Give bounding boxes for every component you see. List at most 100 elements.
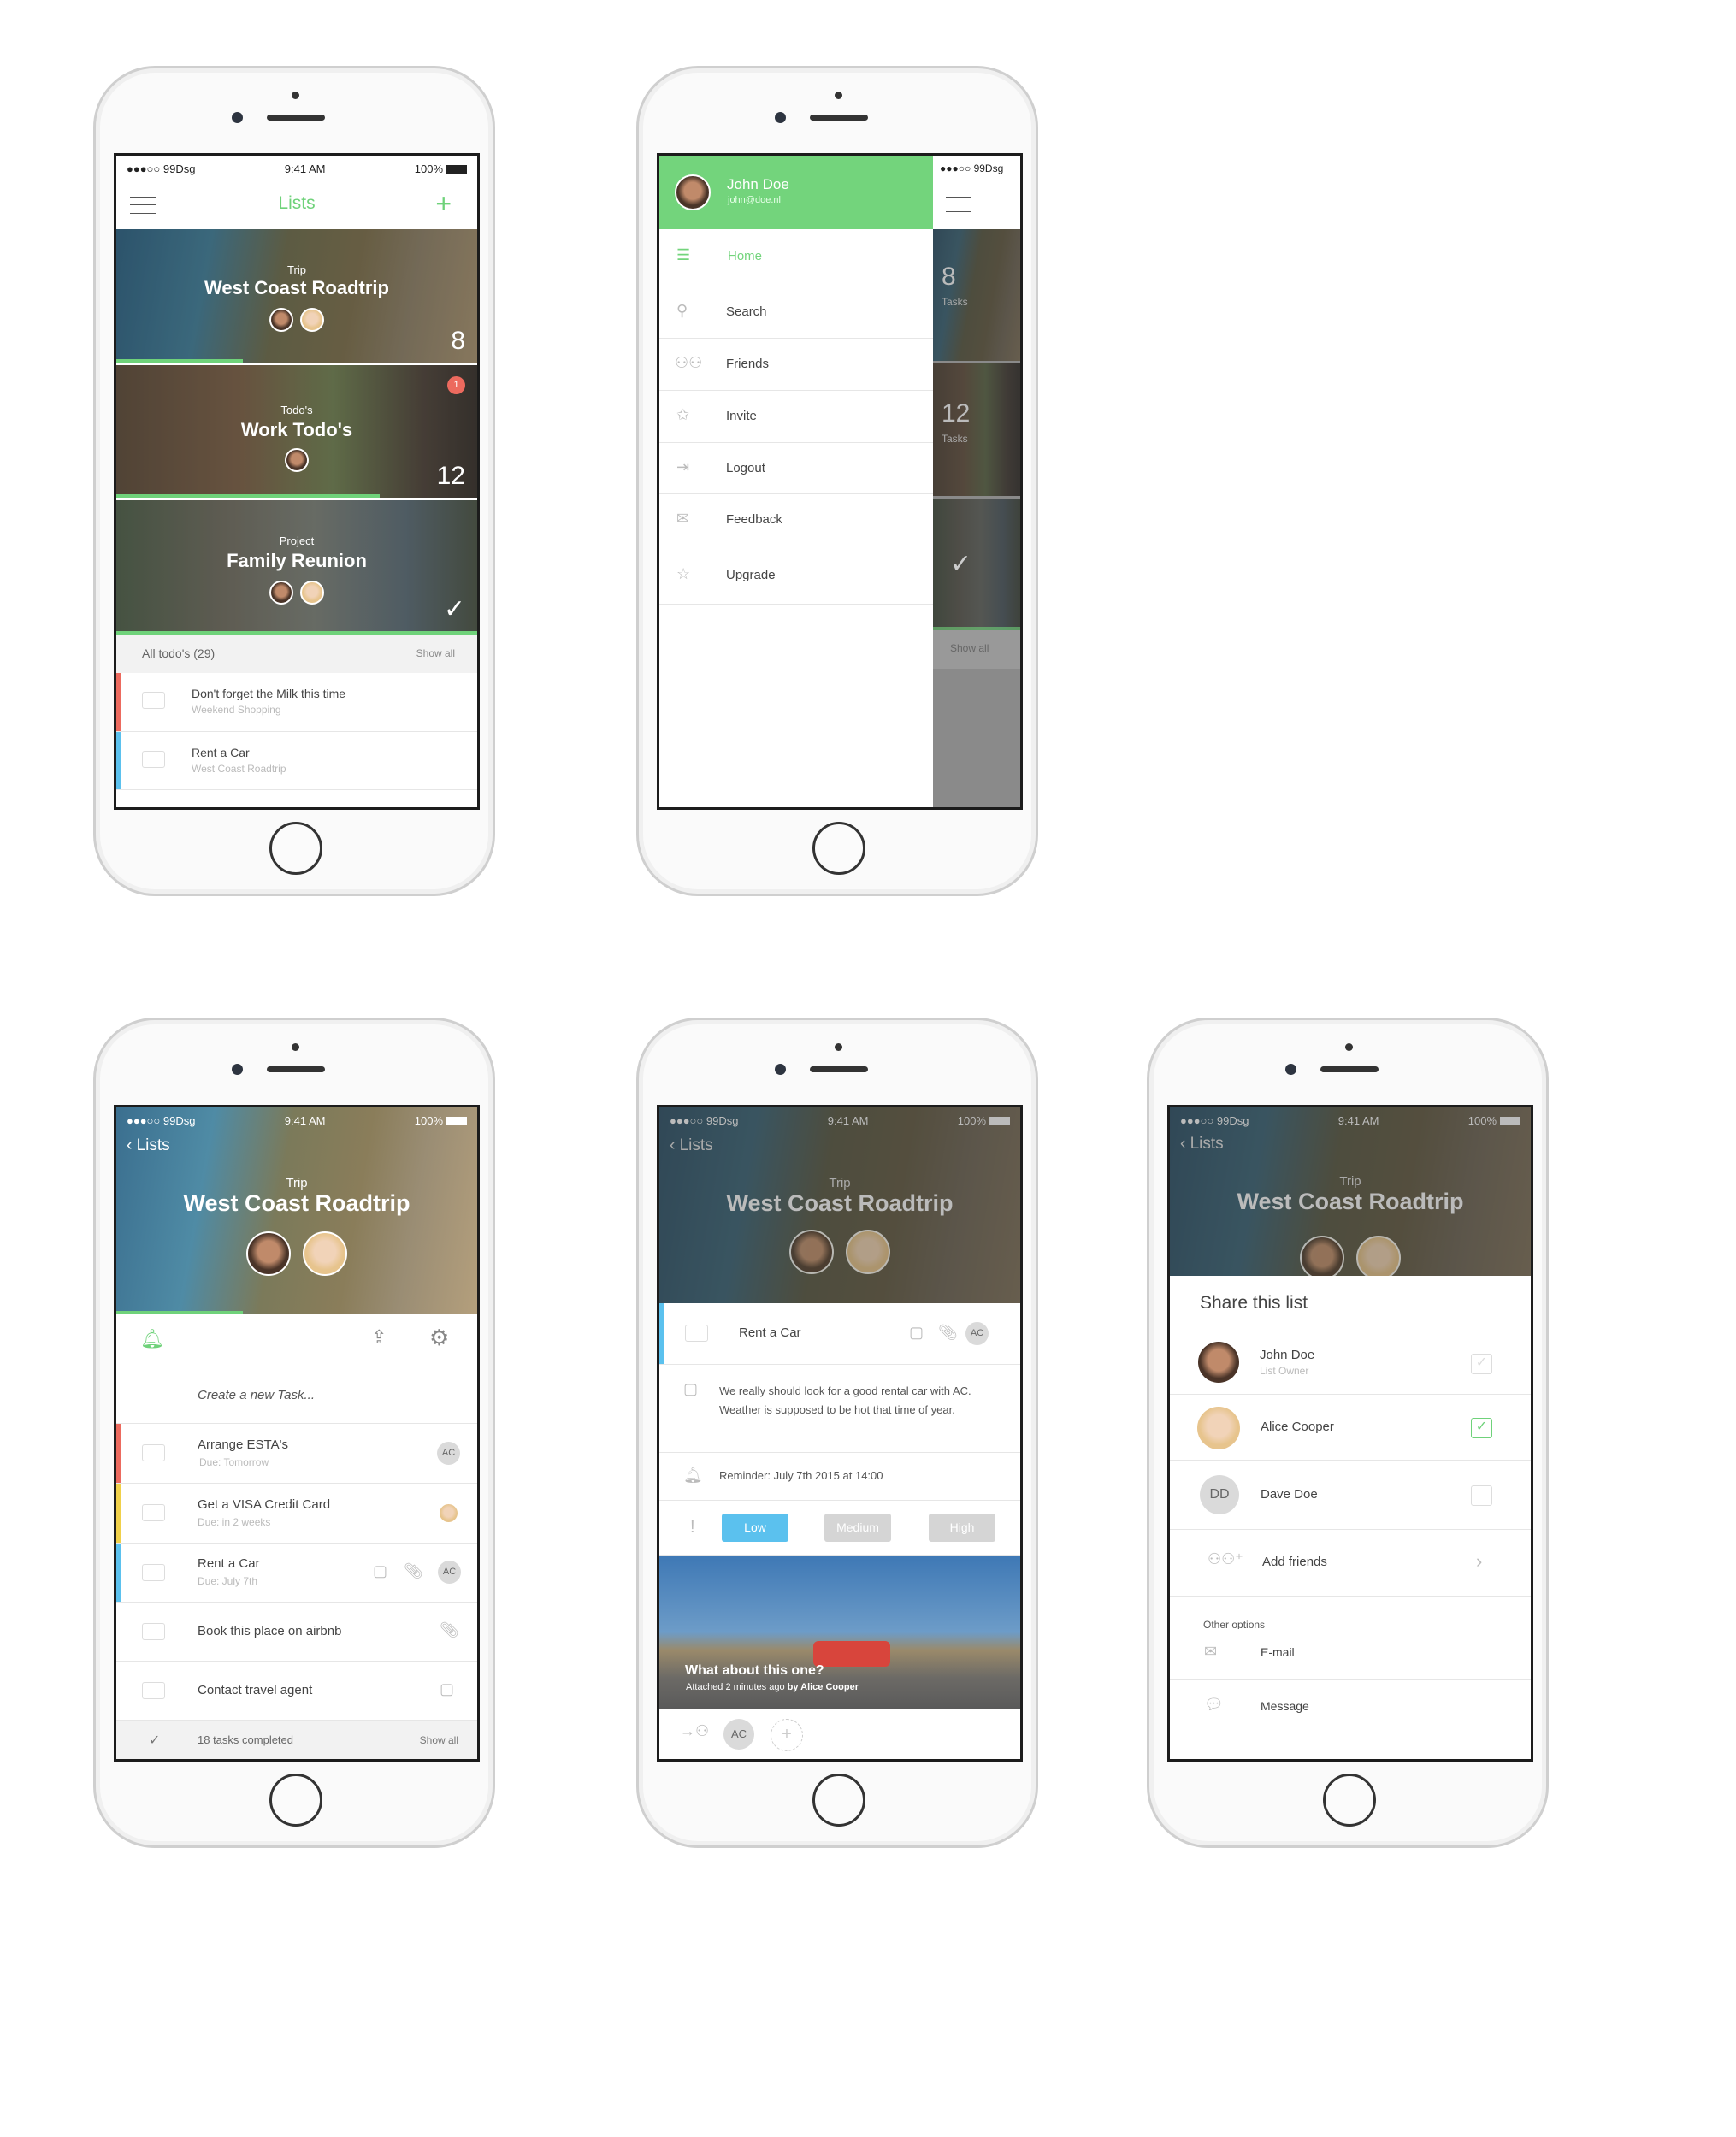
share-heading: Share this list — [1200, 1293, 1308, 1313]
task-row[interactable]: Rent a Car Due: July 7th ▢ 📎︎ AC — [116, 1544, 477, 1603]
priority-low-button[interactable]: Low — [722, 1514, 788, 1542]
note-icon: ▢ — [909, 1324, 924, 1341]
person-name: Dave Doe — [1261, 1487, 1318, 1502]
phone-list-detail: ●●●○○ 99Dsg 9:41 AM 100% ‹ Lists Trip West… — [93, 1018, 495, 1848]
list-type: Trip — [286, 1176, 308, 1190]
section-header: All todo's (29) Show all — [116, 635, 477, 673]
home-button[interactable] — [1323, 1774, 1376, 1827]
menu-item-feedback[interactable]: ✉ Feedback — [659, 494, 933, 546]
task-row[interactable]: Contact travel agent ▢ — [116, 1662, 477, 1721]
menu-item-logout[interactable]: ⇥ Logout — [659, 443, 933, 494]
priority-medium-button[interactable]: Medium — [824, 1514, 891, 1542]
list-card[interactable]: Trip West Coast Roadtrip 8 — [116, 229, 477, 363]
priority-stripe — [116, 673, 121, 731]
checkbox[interactable] — [142, 692, 165, 709]
envelope-icon: ✉ — [676, 510, 690, 527]
menu-header[interactable]: John Doe john@doe.nl — [659, 156, 933, 229]
menu-item-upgrade[interactable]: ☆ Upgrade — [659, 546, 933, 605]
earpiece — [810, 1066, 868, 1072]
content-behind[interactable]: ●●●○○ 99Dsg 8 Tasks 12 Tasks ✓ Show all — [933, 156, 1020, 807]
chat-bubble-icon: 💬︎ — [1204, 1696, 1224, 1713]
time: 9:41 AM — [827, 1113, 869, 1127]
share-person-row[interactable]: Alice Cooper ✓ — [1170, 1395, 1531, 1461]
battery: 100% — [957, 1113, 986, 1127]
menu-item-search[interactable]: ⚲ Search — [659, 286, 933, 339]
card-title: Family Reunion — [227, 550, 367, 571]
chevron-right-icon: › — [1476, 1550, 1483, 1572]
members-bar: →⚇ AC + — [659, 1709, 1020, 1759]
battery: 100% — [1467, 1113, 1497, 1127]
show-all-link[interactable]: Show all — [416, 647, 455, 659]
new-task-input[interactable]: Create a new Task... — [116, 1367, 477, 1424]
home-button[interactable] — [269, 822, 322, 875]
initials-avatar: DD — [1200, 1475, 1239, 1514]
checkbox[interactable] — [142, 1564, 165, 1581]
menu-label: Search — [726, 304, 767, 319]
progress-bar — [116, 359, 243, 363]
add-member-button[interactable]: + — [771, 1719, 803, 1751]
carrier: ●●●○○ 99Dsg — [1180, 1113, 1249, 1127]
time: 9:41 AM — [284, 1113, 326, 1127]
assign-user-icon[interactable]: →⚇ — [680, 1722, 709, 1740]
time: 9:41 AM — [1337, 1113, 1379, 1127]
list-item[interactable]: Don't forget the Milk this time Weekend … — [116, 673, 477, 732]
checkbox[interactable] — [142, 751, 165, 768]
back-button[interactable]: ‹ Lists — [670, 1136, 713, 1155]
avatar — [300, 308, 325, 332]
task-count: 12 — [436, 462, 465, 490]
task-row[interactable]: Book this place on airbnb 📎︎ — [116, 1603, 477, 1662]
task-title: Arrange ESTA's — [198, 1437, 288, 1452]
list-card[interactable]: 1 Todo's Work Todo's 12 — [116, 365, 477, 498]
attachment-image[interactable]: What about this one? Attached 2 minutes … — [659, 1556, 1020, 1709]
nav-bar: Lists + — [116, 181, 477, 229]
hamburger-icon[interactable] — [946, 197, 971, 212]
share-icon[interactable]: ⇪ — [371, 1326, 387, 1349]
menu-item-home[interactable]: ☰ Home — [659, 229, 933, 286]
share-checkbox[interactable]: ✓ — [1471, 1418, 1492, 1438]
show-all-link[interactable]: Show all — [420, 1734, 458, 1746]
list-title: West Coast Roadtrip — [183, 1190, 410, 1216]
priority-high-button[interactable]: High — [929, 1514, 995, 1542]
share-person-row[interactable]: DD Dave Doe — [1170, 1461, 1531, 1530]
menu-item-invite[interactable]: ✩ Invite — [659, 391, 933, 443]
star-icon: ☆ — [676, 565, 691, 582]
checkbox[interactable] — [142, 1504, 165, 1521]
task-title: Contact travel agent — [198, 1683, 313, 1697]
home-button[interactable] — [812, 822, 865, 875]
bell-icon[interactable]: 🔔︎ — [140, 1328, 164, 1350]
avatar[interactable] — [302, 1231, 347, 1276]
share-person-row[interactable]: John Doe List Owner ✓ — [1170, 1328, 1531, 1395]
add-friends-row[interactable]: ⚇⚇⁺ Add friends › — [1170, 1530, 1531, 1597]
checkbox[interactable] — [142, 1682, 165, 1699]
list-item[interactable]: Rent a Car West Coast Roadtrip — [116, 732, 477, 790]
task-row[interactable]: Get a VISA Credit Card Due: in 2 weeks — [116, 1484, 477, 1544]
gear-icon[interactable]: ⚙ — [429, 1325, 449, 1351]
note-row[interactable]: ▢ We really should look for a good rental… — [659, 1365, 1020, 1453]
menu-item-friends[interactable]: ⚇⚇ Friends — [659, 339, 933, 391]
camera — [775, 112, 786, 123]
home-button[interactable] — [269, 1774, 322, 1827]
avatar — [300, 581, 325, 605]
email-option[interactable]: ✉ E-mail — [1170, 1629, 1531, 1680]
back-button[interactable]: ‹ Lists — [1180, 1135, 1224, 1154]
plus-icon[interactable]: + — [435, 188, 452, 220]
avatar[interactable] — [246, 1231, 292, 1276]
avatar — [1300, 1236, 1345, 1280]
checkbox[interactable] — [142, 1444, 165, 1461]
task-row[interactable]: Arrange ESTA's Due: Tomorrow AC — [116, 1424, 477, 1484]
home-button[interactable] — [812, 1774, 865, 1827]
reminder-row[interactable]: 🔔︎ Reminder: July 7th 2015 at 14:00 — [659, 1453, 1020, 1501]
back-button[interactable]: ‹ Lists — [127, 1136, 170, 1155]
person-name: Alice Cooper — [1261, 1420, 1334, 1434]
message-option[interactable]: 💬︎ Message — [1170, 1680, 1531, 1759]
back-label: Lists — [1190, 1135, 1224, 1153]
checkbox[interactable] — [685, 1325, 708, 1342]
share-checkbox[interactable] — [1471, 1485, 1492, 1506]
list-card[interactable]: Project Family Reunion ✓ — [116, 500, 477, 635]
task-row[interactable]: Rent a Car ▢ 📎︎ AC — [659, 1303, 1020, 1365]
toolbar: 🔔︎ ⇪ ⚙ — [116, 1314, 477, 1367]
checkbox[interactable] — [142, 1623, 165, 1640]
phone-lists: ●●●○○ 99Dsg 9:41 AM 100% Lists + Trip West… — [93, 66, 495, 896]
list-icon: ☰ — [676, 246, 691, 263]
card-type: Trip — [287, 263, 306, 276]
